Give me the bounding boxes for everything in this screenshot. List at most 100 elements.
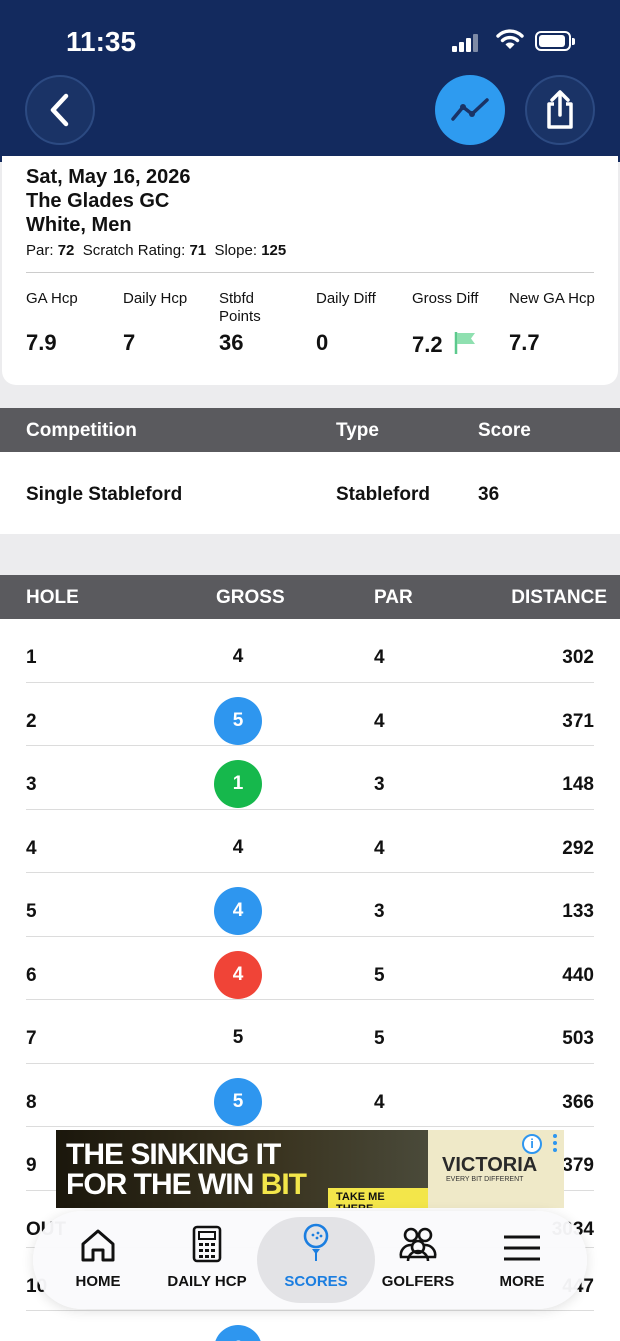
status-time: 11:35 (66, 26, 137, 57)
stat-new-ga-hcp: New GA Hcp 7.7 (509, 290, 599, 356)
trend-chart-button[interactable] (435, 75, 505, 145)
competition-table-header: Competition Type Score (0, 408, 620, 452)
stat-value: 7 (123, 330, 136, 355)
hole-number: 2 (26, 710, 37, 732)
hole-distance: 133 (562, 901, 594, 922)
ad-image: THE SINKING IT FOR THE WIN BIT TAKE ME T… (56, 1130, 428, 1208)
ad-headline-2b: BIT (260, 1168, 307, 1201)
table-row[interactable]: 1 4 4 302 (26, 619, 594, 683)
ad-tagline: EVERY BIT DIFFERENT (446, 1176, 524, 1183)
column-header-gross: GROSS (216, 587, 285, 608)
slope-label: Slope: (214, 242, 258, 259)
hole-distance: 440 (562, 964, 594, 986)
ad-options-icon[interactable] (552, 1134, 558, 1154)
gross-score: 4 (232, 836, 244, 858)
stat-value: 7.9 (26, 330, 57, 355)
ad-banner[interactable]: THE SINKING IT FOR THE WIN BIT TAKE ME T… (56, 1130, 564, 1208)
hole-par: 4 (374, 1091, 385, 1113)
stat-label: GA Hcp (26, 290, 78, 307)
hole-table-header: HOLE GROSS PAR DISTANCE (0, 575, 620, 619)
column-header-distance: DISTANCE (511, 587, 607, 608)
table-row[interactable]: 3 1 3 148 (26, 746, 594, 810)
gross-score-badge: 4 (214, 887, 262, 935)
share-icon (547, 90, 573, 129)
nav-label: HOME (75, 1273, 121, 1290)
menu-icon (504, 1235, 540, 1261)
column-header-type: Type (336, 420, 379, 441)
golfers-icon (399, 1227, 437, 1262)
stat-value: 7.2 (412, 332, 443, 357)
column-header-competition: Competition (26, 420, 137, 441)
column-header-hole: HOLE (26, 587, 79, 608)
stat-label: Daily Hcp (123, 290, 188, 307)
gross-score-badge: 5 (214, 1077, 262, 1126)
nav-daily-hcp[interactable]: DAILY HCP (157, 1211, 257, 1309)
stat-value-row: 7.2 (412, 330, 507, 358)
table-row[interactable]: 6 4 5 440 (26, 937, 594, 1000)
scratch-label: Scratch Rating: (82, 242, 186, 259)
ad-info-icon[interactable]: i (522, 1134, 542, 1154)
gross-score-badge: 5 (214, 696, 262, 745)
hole-number: 1 (26, 647, 37, 668)
flag-icon (454, 332, 475, 354)
club-name: The Glades GC (26, 190, 170, 212)
table-row[interactable]: 5 4 3 133 (26, 873, 594, 937)
stat-label: Stbfd Points (219, 290, 261, 325)
gross-score: 4 (232, 646, 244, 667)
share-button[interactable] (525, 75, 595, 145)
hole-distance: 379 (562, 1155, 594, 1176)
table-row[interactable]: 2 5 4 371 (26, 683, 594, 746)
table-row[interactable]: 8 5 4 366 (26, 1064, 594, 1127)
competition-row[interactable]: Single Stableford Stableford 36 (0, 452, 620, 534)
round-summary-card: Sat, May 16, 2026 The Glades GC White, M… (2, 156, 618, 385)
hole-number: 6 (26, 964, 37, 986)
gross-score-badge: 1 (214, 760, 262, 808)
hole-distance: 371 (562, 710, 594, 732)
ad-cta-button[interactable]: TAKE ME THERE (328, 1188, 428, 1208)
nav-scores[interactable]: SCORES (267, 1211, 365, 1309)
stat-daily-diff: Daily Diff 0 (316, 290, 411, 356)
nav-label: SCORES (284, 1273, 348, 1290)
competition-type: Stableford (336, 484, 430, 505)
nav-label: GOLFERS (381, 1273, 455, 1290)
stat-gross-diff: Gross Diff 7.2 (412, 290, 507, 358)
nav-more[interactable]: MORE (479, 1211, 565, 1309)
hole-par: 4 (374, 837, 385, 859)
battery-icon (535, 31, 575, 51)
chevron-left-icon (50, 93, 69, 127)
nav-label: DAILY HCP (167, 1273, 247, 1290)
table-row[interactable]: 7 5 5 503 (26, 1000, 594, 1064)
wifi-icon (496, 29, 524, 49)
hole-number: 7 (26, 1028, 37, 1049)
ad-brand: VICTORIA (442, 1154, 538, 1176)
stat-value: 36 (219, 330, 244, 355)
hole-par: 4 (374, 647, 385, 668)
stat-label: New GA Hcp (509, 290, 595, 307)
hole-distance: 302 (562, 647, 594, 668)
table-row[interactable]: 1165453 (26, 1311, 594, 1341)
calculator-icon (192, 1225, 222, 1263)
trend-line-icon (451, 98, 489, 121)
nav-label: MORE (499, 1273, 545, 1290)
back-button[interactable] (25, 75, 95, 145)
nav-home[interactable]: HOME (55, 1211, 141, 1309)
round-date: Sat, May 16, 2026 (26, 166, 191, 188)
hole-number: 5 (26, 901, 37, 922)
gross-score: 5 (232, 1027, 244, 1048)
stat-daily-hcp: Daily Hcp 7 (123, 290, 218, 356)
competition-name: Single Stableford (26, 484, 183, 505)
ad-brand-panel: VICTORIA EVERY BIT DIFFERENT (428, 1130, 564, 1208)
gross-score-badge: 6 (214, 1325, 262, 1341)
hole-distance: 148 (562, 774, 594, 795)
stat-ga-hcp: GA Hcp 7.9 (26, 290, 121, 356)
hole-distance: 503 (562, 1028, 594, 1049)
table-row[interactable]: 4 4 4 292 (26, 810, 594, 873)
course-rating-line: Par: 72 Scratch Rating: 71 Slope: 125 (26, 242, 286, 259)
bottom-navigation: HOME DAILY HCP SCORES GOLFERS MORE (33, 1211, 587, 1309)
hole-distance: 366 (562, 1091, 594, 1113)
hole-number: 3 (26, 774, 37, 795)
gross-score-badge: 4 (214, 950, 262, 999)
nav-golfers[interactable]: GOLFERS (373, 1211, 463, 1309)
stat-stableford-points: Stbfd Points 36 (219, 290, 299, 356)
hole-number: 8 (26, 1091, 37, 1113)
